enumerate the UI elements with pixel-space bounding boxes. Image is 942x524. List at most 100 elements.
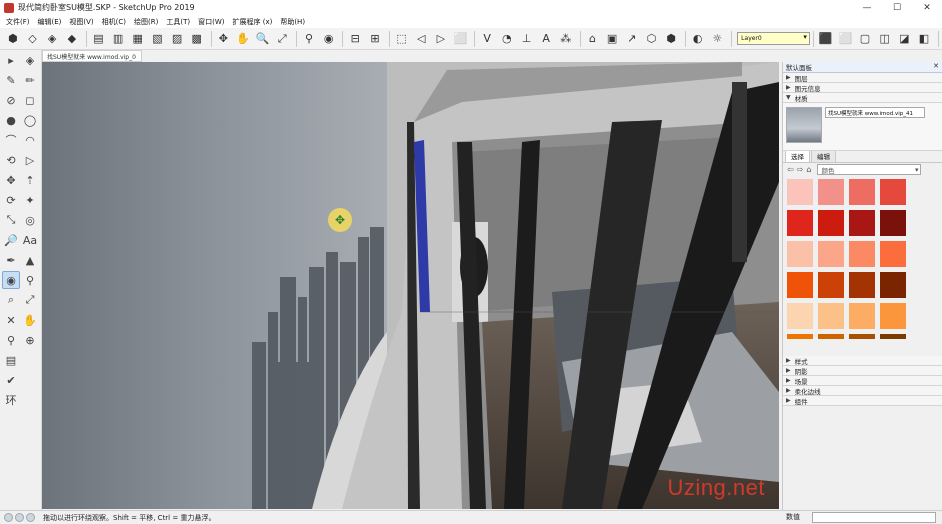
tool-button[interactable]: ⤢ (21, 291, 39, 309)
tool-button[interactable]: ⚲ (2, 331, 20, 349)
geo-location-icon[interactable] (4, 513, 13, 522)
back-view-icon[interactable]: ◪ (895, 30, 913, 48)
orbit-icon[interactable]: ✥ (215, 30, 233, 48)
zoom-extents-icon[interactable]: ⤢ (274, 30, 292, 48)
tool-button[interactable]: ⌕ (2, 291, 20, 309)
color-swatch[interactable] (849, 179, 875, 205)
color-swatch[interactable] (787, 334, 813, 339)
dimension-icon[interactable]: Ⅴ (478, 30, 496, 48)
tool-button[interactable]: ⟲ (2, 151, 20, 169)
zoom-icon[interactable]: 🔍 (254, 30, 272, 48)
tool-button[interactable]: ⊘ (2, 91, 20, 109)
menu-item[interactable]: 绘图(R) (130, 17, 162, 27)
tool-button[interactable]: ⟳ (2, 191, 20, 209)
tool-button[interactable]: ◠ (21, 131, 39, 149)
tool-button[interactable]: ◎ (21, 211, 39, 229)
tool-button[interactable]: 环 (2, 391, 20, 409)
color-swatch[interactable] (787, 210, 813, 236)
tool-button[interactable]: ◈ (21, 51, 39, 69)
tray-section-header[interactable]: ▶ 图层 (783, 73, 942, 83)
tool-button[interactable]: ✋ (21, 311, 39, 329)
tool-button[interactable]: ▤ (2, 351, 20, 369)
color-swatch[interactable] (787, 179, 813, 205)
styles-icon[interactable]: ◐ (689, 30, 707, 48)
right-view-icon[interactable]: ◫ (876, 30, 894, 48)
text-icon[interactable]: A (537, 30, 555, 48)
material-category-select[interactable]: 颜色 ▾ (817, 164, 922, 175)
wireframe-style-icon[interactable]: ▦ (129, 30, 147, 48)
menu-item[interactable]: 工具(T) (162, 17, 194, 27)
tool-button[interactable]: ⤡ (2, 211, 20, 229)
tool-button[interactable]: ● (2, 111, 20, 129)
look-around-icon[interactable]: ◉ (320, 30, 338, 48)
color-swatch[interactable] (818, 272, 844, 298)
color-swatch[interactable] (849, 210, 875, 236)
layer-select[interactable]: Layer0 ▾ (737, 32, 810, 45)
tray-section-header[interactable]: ▶ 场景 (783, 376, 942, 386)
color-swatch[interactable] (818, 179, 844, 205)
color-swatch[interactable] (880, 241, 906, 267)
tool-button[interactable]: ✦ (21, 191, 39, 209)
protractor-icon[interactable]: ◔ (498, 30, 516, 48)
camera-icon[interactable]: ⬚ (393, 30, 411, 48)
section-display-icon[interactable]: ⊞ (366, 30, 384, 48)
tool-button[interactable]: ◉ (2, 271, 20, 289)
maximize-button[interactable]: ☐ (882, 0, 912, 15)
axes-icon[interactable]: ⊥ (518, 30, 536, 48)
tool-button[interactable]: ▷ (21, 151, 39, 169)
tool-button[interactable]: ✒ (2, 251, 20, 269)
make-component-icon[interactable]: ◈ (43, 30, 61, 48)
color-swatch[interactable] (880, 179, 906, 205)
eraser-icon[interactable]: ◇ (24, 30, 42, 48)
tool-button[interactable]: ✥ (2, 171, 20, 189)
color-swatch[interactable] (849, 303, 875, 329)
tool-button[interactable]: ⌒ (2, 131, 20, 149)
shaded-textures-style-icon[interactable]: ▩ (188, 30, 206, 48)
3d-text-icon[interactable]: ⁂ (557, 30, 575, 48)
top-view-icon[interactable]: ⬜ (837, 30, 855, 48)
next-view-icon[interactable]: ▷ (432, 30, 450, 48)
measurements-input[interactable] (812, 512, 936, 523)
tool-button[interactable]: ⇡ (21, 171, 39, 189)
tool-button[interactable]: ✎ (2, 71, 20, 89)
front-view-icon[interactable]: ▢ (856, 30, 874, 48)
back-arrow-icon[interactable]: ⇦ (787, 165, 794, 174)
tool-button[interactable]: ✔ (2, 371, 20, 389)
credits-icon[interactable] (15, 513, 24, 522)
color-swatch[interactable] (880, 210, 906, 236)
tray-section-header[interactable]: ▶ 图元信息 (783, 83, 942, 93)
tool-button[interactable]: ⚲ (21, 271, 39, 289)
color-swatch[interactable] (880, 334, 906, 339)
shaded-style-icon[interactable]: ▨ (168, 30, 186, 48)
3d-viewport[interactable]: ✥ Uzing.net (42, 62, 779, 509)
menu-item[interactable]: 窗口(W) (194, 17, 228, 27)
tray-close-icon[interactable]: ✕ (933, 62, 939, 70)
select-icon[interactable]: ⬢ (4, 30, 22, 48)
color-swatch[interactable] (849, 334, 875, 339)
hidden-line-style-icon[interactable]: ▧ (149, 30, 167, 48)
forward-arrow-icon[interactable]: ⇨ (797, 165, 804, 174)
paint-bucket-icon[interactable]: ◆ (63, 30, 81, 48)
tool-button[interactable]: ◻ (21, 91, 39, 109)
color-swatch[interactable] (787, 241, 813, 267)
tray-section-header[interactable]: ▶ 样式 (783, 356, 942, 366)
color-swatch[interactable] (880, 272, 906, 298)
color-swatch[interactable] (880, 303, 906, 329)
standard-view-icon[interactable]: ⬜ (452, 30, 470, 48)
color-swatch[interactable] (818, 210, 844, 236)
color-swatch[interactable] (849, 272, 875, 298)
tool-button[interactable]: ✕ (2, 311, 20, 329)
menu-item[interactable]: 编辑(E) (34, 17, 66, 27)
color-swatch[interactable] (787, 272, 813, 298)
tray-section-header[interactable]: ▶ 阴影 (783, 366, 942, 376)
menu-item[interactable]: 帮助(H) (276, 17, 309, 27)
iso-view-icon[interactable]: ⬛ (817, 30, 835, 48)
section-plane-icon[interactable]: ⊟ (346, 30, 364, 48)
user-icon[interactable] (26, 513, 35, 522)
ruby-icon[interactable]: ⬢ (662, 30, 680, 48)
tool-button[interactable]: ⊕ (21, 331, 39, 349)
pan-icon[interactable]: ✋ (234, 30, 252, 48)
tool-button[interactable]: ✏ (21, 71, 39, 89)
color-swatch[interactable] (849, 241, 875, 267)
component-icon[interactable]: ▣ (603, 30, 621, 48)
